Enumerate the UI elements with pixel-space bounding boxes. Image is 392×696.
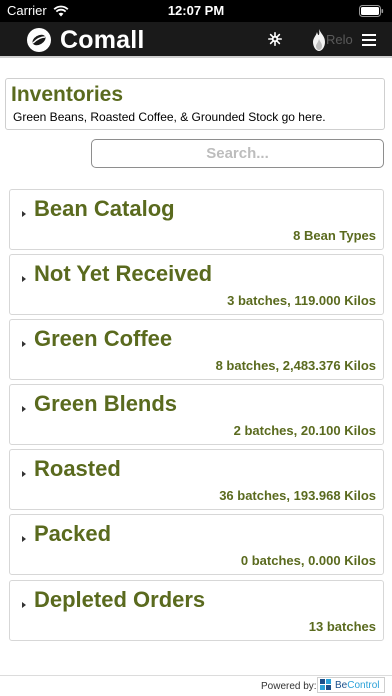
battery-icon xyxy=(359,5,384,17)
category-summary: 3 batches, 119.000 Kilos xyxy=(227,293,376,308)
category-title: Roasted xyxy=(34,456,121,481)
category-card-depleted-orders[interactable]: Depleted Orders 13 batches xyxy=(9,580,384,641)
category-card-not-yet-received[interactable]: Not Yet Received 3 batches, 119.000 Kilo… xyxy=(9,254,384,315)
search-input[interactable] xyxy=(91,139,384,168)
category-card-green-coffee[interactable]: Green Coffee 8 batches, 2,483.376 Kilos xyxy=(9,319,384,380)
brand-part-2: Control xyxy=(347,679,380,691)
app-name: Comall xyxy=(60,25,145,54)
category-title: Not Yet Received xyxy=(34,261,213,286)
category-title: Packed xyxy=(34,521,112,546)
expand-arrow-icon xyxy=(22,602,26,608)
clock: 12:07 PM xyxy=(167,3,225,18)
hamburger-menu-icon[interactable] xyxy=(362,34,376,46)
category-summary: 8 Bean Types xyxy=(293,228,376,243)
category-summary: 2 batches, 20.100 Kilos xyxy=(233,423,376,438)
category-summary: 36 batches, 193.968 Kilos xyxy=(219,488,376,503)
expand-arrow-icon xyxy=(22,471,26,477)
reload-label: Relo xyxy=(326,32,353,47)
page-title: Inventories xyxy=(11,83,124,106)
expand-arrow-icon xyxy=(22,406,26,412)
gear-icon[interactable] xyxy=(268,32,282,46)
app-header: Comall Relo xyxy=(0,22,392,58)
inventories-info-box: Inventories Green Beans, Roasted Coffee,… xyxy=(5,78,385,130)
powered-by-label: Powered by: xyxy=(261,681,317,692)
page-subtitle: Green Beans, Roasted Coffee, & Grounded … xyxy=(13,110,326,124)
category-card-green-blends[interactable]: Green Blends 2 batches, 20.100 Kilos xyxy=(9,384,384,445)
category-card-packed[interactable]: Packed 0 batches, 0.000 Kilos xyxy=(9,514,384,575)
becontrol-brand: BeControl xyxy=(335,680,379,691)
brand-part-1: Be xyxy=(335,679,348,691)
category-title: Bean Catalog xyxy=(34,196,175,221)
category-summary: 0 batches, 0.000 Kilos xyxy=(240,553,376,568)
status-bar: Carrier 12:07 PM xyxy=(0,0,392,22)
expand-arrow-icon xyxy=(22,536,26,542)
expand-arrow-icon xyxy=(22,276,26,282)
expand-arrow-icon xyxy=(22,341,26,347)
expand-arrow-icon xyxy=(22,211,26,217)
category-title: Green Blends xyxy=(34,391,178,416)
becontrol-logo-icon xyxy=(320,679,331,690)
category-card-roasted[interactable]: Roasted 36 batches, 193.968 Kilos xyxy=(9,449,384,510)
app-root: Carrier 12:07 PM Comall Relo Inventories… xyxy=(0,0,392,696)
category-title: Green Coffee xyxy=(34,326,173,351)
comall-logo-icon xyxy=(27,28,51,52)
category-card-bean-catalog[interactable]: Bean Catalog 8 Bean Types xyxy=(9,189,384,250)
category-summary: 13 batches xyxy=(308,619,376,634)
app-logo[interactable]: Comall xyxy=(25,25,145,55)
footer: Powered by: BeControl xyxy=(0,675,392,696)
becontrol-logo[interactable]: BeControl xyxy=(317,677,385,693)
category-title: Depleted Orders xyxy=(34,587,206,612)
flame-icon xyxy=(313,29,325,51)
category-summary: 8 batches, 2,483.376 Kilos xyxy=(215,358,376,373)
